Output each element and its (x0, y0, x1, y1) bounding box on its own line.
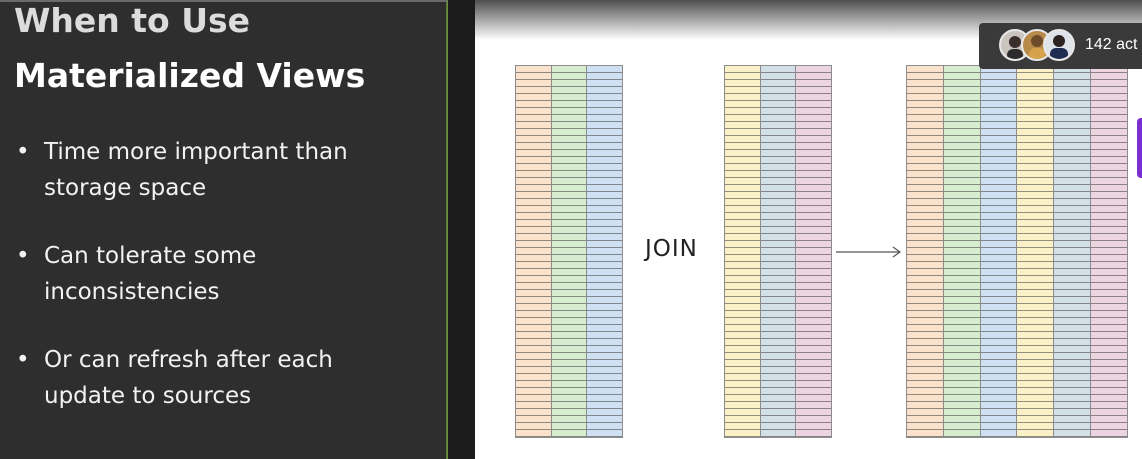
table-column (725, 66, 761, 437)
participant-avatar-3 (1043, 29, 1075, 61)
bullet-list: Time more important than storage space C… (16, 134, 404, 446)
bullet-text-line: update to sources (44, 383, 252, 409)
table-column (587, 66, 623, 437)
bullet-item: Can tolerate some inconsistencies (16, 238, 404, 310)
slide-text-panel: When to Use Materialized Views Time more… (0, 0, 447, 459)
slide-title-line-2: Materialized Views (14, 56, 366, 95)
join-label: JOIN (645, 236, 698, 262)
bullet-text-line: inconsistencies (44, 279, 220, 305)
bullet-text-line: Or can refresh after each (44, 347, 333, 373)
bullet-item: Or can refresh after each update to sour… (16, 342, 404, 414)
table-column (1091, 66, 1127, 437)
table-column (980, 66, 1018, 437)
arrow-right-icon (836, 246, 902, 258)
bullet-text-line: Can tolerate some (44, 243, 257, 269)
left-table (515, 65, 623, 438)
participant-count: 142 act (1085, 36, 1138, 53)
slide-title-line-1: When to Use (14, 1, 251, 40)
table-column (1054, 66, 1092, 437)
table-column (760, 66, 797, 437)
table-column (943, 66, 981, 437)
table-column (516, 66, 552, 437)
bullet-text-line: storage space (44, 175, 207, 201)
panel-divider (447, 0, 475, 459)
table-column (1017, 66, 1055, 437)
table-column (907, 66, 944, 437)
participants-button[interactable]: 142 act (979, 23, 1142, 69)
right-table (724, 65, 832, 438)
result-table (906, 65, 1128, 438)
table-column (796, 66, 832, 437)
bullet-text-line: Time more important than (44, 139, 348, 165)
table-column (551, 66, 588, 437)
bullet-item: Time more important than storage space (16, 134, 404, 206)
side-panel-tab[interactable] (1137, 118, 1142, 178)
